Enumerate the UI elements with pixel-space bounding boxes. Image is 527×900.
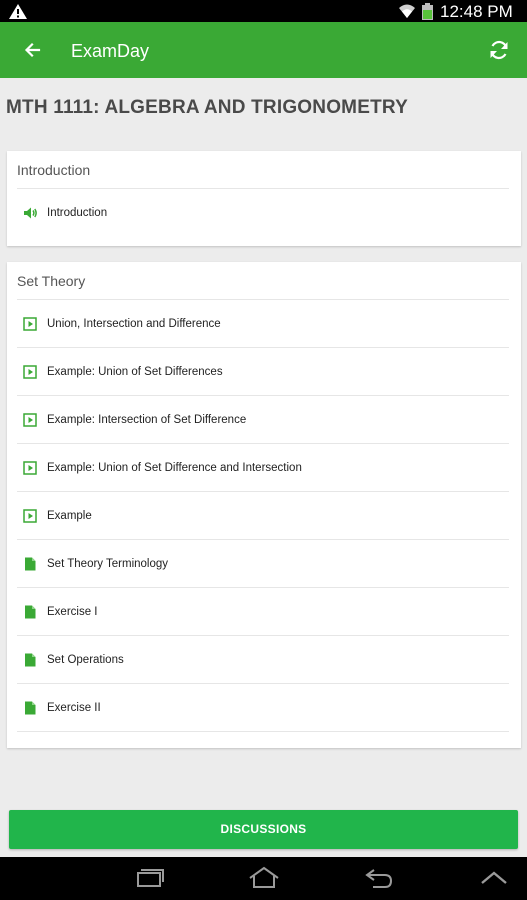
document-icon [25,701,36,715]
battery-icon [422,3,433,20]
lesson-item-label: Example [47,510,92,522]
video-icon [23,365,37,379]
lesson-item[interactable]: Set Operations [17,636,509,684]
lesson-item-label: Exercise II [47,702,101,714]
video-icon [23,509,37,523]
app-bar: ExamDay [0,22,527,78]
navigation-bar [0,857,527,900]
app-title: ExamDay [71,41,150,61]
divider [17,731,509,732]
lesson-item[interactable]: Example [17,492,509,540]
lesson-item-label: Example: Union of Set Difference and Int… [47,462,302,474]
status-bar: 12:48 PM [0,0,527,22]
video-icon [23,461,37,475]
section-card-introduction: Introduction Introduction [7,151,521,246]
lesson-item[interactable]: Example: Union of Set Differences [17,348,509,396]
lesson-item[interactable]: Example: Intersection of Set Difference [17,396,509,444]
lesson-item-label: Exercise I [47,606,98,618]
up-icon[interactable] [476,864,512,892]
wifi-icon [399,4,415,18]
video-icon [23,413,37,427]
section-card-set-theory: Set Theory Union, Intersection and Diffe… [7,262,521,748]
document-icon [25,557,36,571]
lesson-item[interactable]: Introduction [17,189,509,237]
recent-apps-icon[interactable] [131,864,167,892]
lesson-item-label: Set Theory Terminology [47,558,169,570]
lesson-item-label: Introduction [47,207,108,219]
video-icon [23,317,37,331]
lesson-item-label: Set Operations [47,654,124,666]
document-icon [25,653,36,667]
lesson-item[interactable]: Set Theory Terminology [17,540,509,588]
lesson-item[interactable]: Exercise I [17,588,509,636]
section-title: Introduction [17,162,91,178]
back-arrow-icon[interactable] [20,37,46,63]
discussions-button[interactable]: DISCUSSIONS [9,810,518,849]
document-icon [25,605,36,619]
lesson-item-label: Union, Intersection and Difference [47,318,221,330]
section-title: Set Theory [17,273,86,289]
lesson-item-label: Example: Intersection of Set Difference [47,414,247,426]
course-title: MTH 1111: ALGEBRA AND TRIGONOMETRY [6,97,408,118]
warning-icon [9,4,27,19]
back-icon[interactable] [361,864,397,892]
lesson-item[interactable]: Example: Union of Set Difference and Int… [17,444,509,492]
lesson-item[interactable]: Exercise II [17,684,509,732]
lesson-item[interactable]: Union, Intersection and Difference [17,300,509,348]
status-time: 12:48 PM [440,2,513,21]
audio-icon [24,207,37,219]
refresh-icon[interactable] [486,37,512,63]
home-icon[interactable] [246,864,282,892]
lesson-item-label: Example: Union of Set Differences [47,366,223,378]
